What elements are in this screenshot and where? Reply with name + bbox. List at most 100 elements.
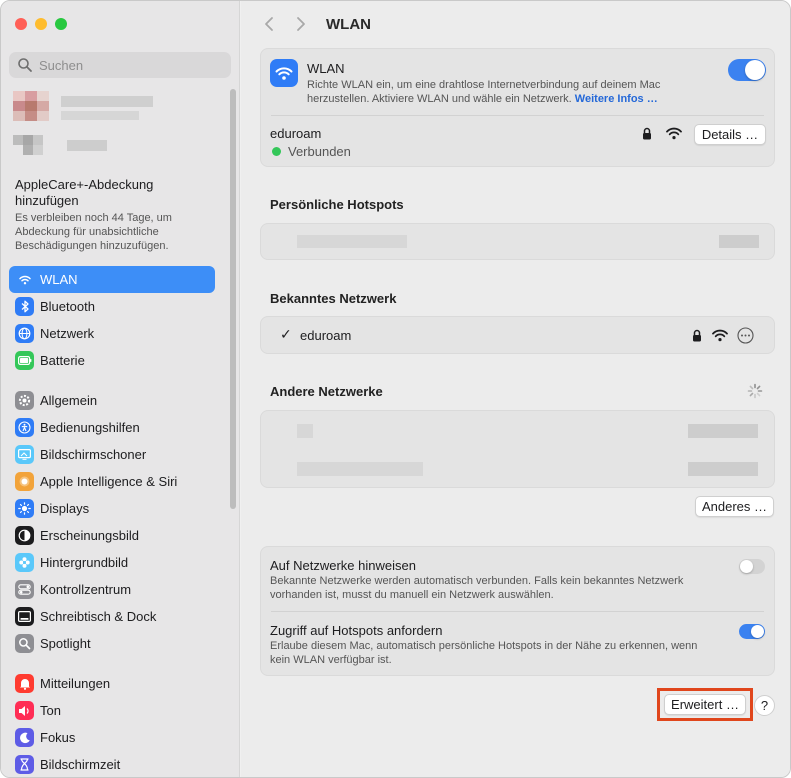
help-button[interactable]: ? (754, 695, 775, 716)
wifi-icon (15, 270, 34, 289)
dock-icon (15, 607, 34, 626)
search-field[interactable] (9, 52, 231, 78)
flower-icon (15, 553, 34, 572)
sidebar-item-batterie[interactable]: Batterie (9, 347, 215, 374)
bluetooth-icon (15, 297, 34, 316)
lock-icon (643, 127, 651, 140)
screensaver-icon (15, 445, 34, 464)
sidebar-item-label: Batterie (40, 353, 85, 368)
close-button[interactable] (15, 18, 27, 30)
account-avatar[interactable] (13, 91, 57, 165)
sidebar-item-label: Erscheinungsbild (40, 528, 140, 543)
advanced-button[interactable]: Erweitert … (664, 694, 746, 715)
sidebar-item-label: WLAN (40, 272, 78, 287)
sidebar-item-apple-intelligence-siri[interactable]: Apple Intelligence & Siri (9, 468, 215, 495)
wlan-divider (271, 115, 764, 116)
sidebar-item-bildschirmschoner[interactable]: Bildschirmschoner (9, 441, 215, 468)
hotspot-access-toggle[interactable] (739, 624, 765, 639)
sidebar-item-bildschirmzeit[interactable]: Bildschirmzeit (9, 751, 215, 777)
other-networks-list (260, 410, 775, 488)
sidebar-item-spotlight[interactable]: Spotlight (9, 630, 215, 657)
ask-networks-toggle[interactable] (739, 559, 765, 574)
sidebar-item-hintergrundbild[interactable]: Hintergrundbild (9, 549, 215, 576)
zoom-button[interactable] (55, 18, 67, 30)
sidebar: AppleCare+-Abdeckung hinzufügen Es verbl… (1, 1, 240, 777)
more-info-link[interactable]: Weitere Infos … (575, 93, 658, 105)
speaker-icon (15, 701, 34, 720)
account-name-redacted (61, 96, 153, 107)
wifi-signal-icon (712, 329, 728, 342)
connection-status: Verbunden (272, 144, 351, 159)
hotspots-list (260, 223, 775, 260)
ask-networks-title: Auf Netzwerke hinweisen (270, 558, 416, 573)
sidebar-item-label: Mitteilungen (40, 676, 111, 691)
other-network-row[interactable] (261, 450, 776, 489)
window-controls (15, 18, 67, 30)
sidebar-item-label: Apple Intelligence & Siri (40, 474, 178, 489)
hotspots-heading: Persönliche Hotspots (270, 197, 404, 212)
other-network-button[interactable]: Anderes … (695, 496, 774, 517)
applecare-title: AppleCare+-Abdeckung hinzufügen (15, 177, 154, 208)
connected-dot-icon (272, 147, 281, 156)
wlan-app-icon (270, 59, 298, 87)
minimize-button[interactable] (35, 18, 47, 30)
more-options-icon[interactable] (737, 327, 754, 344)
hotspot-access-title: Zugriff auf Hotspots anfordern (270, 623, 443, 638)
sun-icon (15, 499, 34, 518)
sidebar-item-label: Displays (40, 501, 90, 516)
wlan-toggle[interactable] (728, 59, 766, 81)
wlan-card: WLAN Richte WLAN ein, um eine drahtlose … (260, 48, 775, 167)
forward-chevron-icon[interactable] (293, 15, 309, 33)
siri-icon (15, 472, 34, 491)
ask-networks-description: Bekannte Netzwerke werden automatisch ve… (270, 575, 684, 601)
sidebar-item-fokus[interactable]: Fokus (9, 724, 215, 751)
sidebar-item-kontrollzentrum[interactable]: Kontrollzentrum (9, 576, 215, 603)
battery-icon (15, 351, 34, 370)
known-network-name: eduroam (300, 328, 352, 343)
sidebar-item-schreibtisch-dock[interactable]: Schreibtisch & Dock (9, 603, 215, 630)
gear-icon (15, 391, 34, 410)
wlan-description: Richte WLAN ein, um eine drahtlose Inter… (307, 79, 661, 105)
sidebar-item-label: Kontrollzentrum (40, 582, 132, 597)
known-network-list: ✓ eduroam (260, 316, 775, 354)
loading-spinner-icon (747, 383, 763, 399)
sidebar-item-label: Bedienungshilfen (40, 420, 140, 435)
settings-window: AppleCare+-Abdeckung hinzufügen Es verbl… (0, 0, 791, 778)
sidebar-item-label: Schreibtisch & Dock (40, 609, 157, 624)
sidebar-item-wlan[interactable]: WLAN (9, 266, 215, 293)
wlan-title: WLAN (307, 61, 345, 76)
accessibility-icon (15, 418, 34, 437)
back-chevron-icon[interactable] (261, 15, 277, 33)
wifi-icon (275, 66, 293, 80)
known-network-row[interactable]: ✓ eduroam (261, 317, 776, 355)
sidebar-item-netzwerk[interactable]: Netzwerk (9, 320, 215, 347)
sidebar-item-label: Bildschirmzeit (40, 757, 121, 772)
other-networks-heading: Andere Netzwerke (270, 384, 383, 399)
sidebar-item-displays[interactable]: Displays (9, 495, 215, 522)
sidebar-item-erscheinungsbild[interactable]: Erscheinungsbild (9, 522, 215, 549)
sidebar-item-bluetooth[interactable]: Bluetooth (9, 293, 215, 320)
sidebar-nav: WLAN Bluetooth Netzwerk Batterie Allgemein Be… (9, 266, 215, 777)
sidebar-scrollbar[interactable] (230, 89, 236, 509)
applecare-notice[interactable]: AppleCare+-Abdeckung hinzufügen Es verbl… (15, 177, 215, 253)
family-redacted (67, 140, 107, 151)
bell-icon (15, 674, 34, 693)
hotspot-row[interactable] (261, 224, 776, 261)
sidebar-item-mitteilungen[interactable]: Mitteilungen (9, 670, 215, 697)
sidebar-item-allgemein[interactable]: Allgemein (9, 387, 215, 414)
sidebar-item-ton[interactable]: Ton (9, 697, 215, 724)
search-input[interactable] (39, 57, 219, 73)
sidebar-item-label: Netzwerk (40, 326, 95, 341)
sidebar-item-label: Hintergrundbild (40, 555, 129, 570)
sidebar-item-bedienungshilfen[interactable]: Bedienungshilfen (9, 414, 215, 441)
sidebar-item-label: Bildschirmschoner (40, 447, 147, 462)
applecare-subtitle: Es verbleiben noch 44 Tage, um Abdeckung… (15, 212, 172, 252)
account-sub-redacted (61, 111, 139, 120)
checkmark-icon: ✓ (280, 327, 292, 343)
other-network-row[interactable] (261, 411, 776, 450)
details-button[interactable]: Details … (694, 124, 766, 145)
magnifier-icon (15, 634, 34, 653)
current-network-name: eduroam (270, 126, 322, 141)
